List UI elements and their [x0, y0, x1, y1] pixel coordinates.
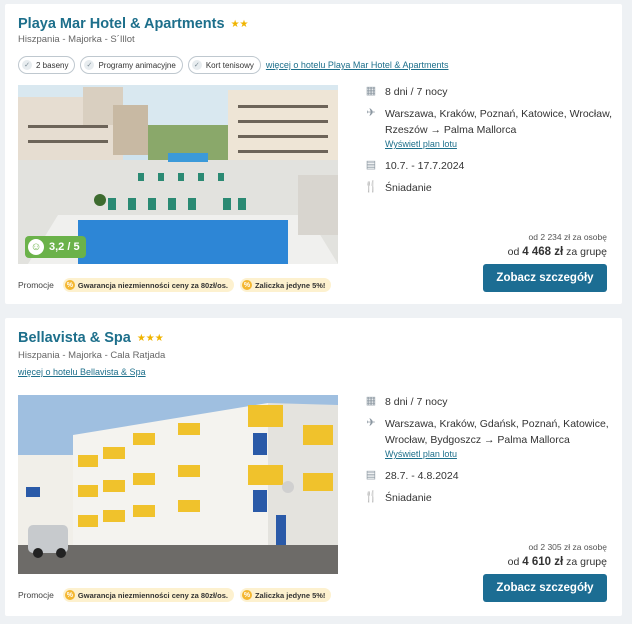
calendar-nights-icon: ▦: [365, 395, 377, 407]
price-per-person: od 2 234 zł za osobę: [528, 232, 607, 242]
check-icon: ✓: [191, 60, 202, 70]
amenity-tag: ✓ 2 baseny: [18, 56, 76, 74]
promo-badge[interactable]: % Gwarancja niezmienności ceny za 80zł/os…: [62, 588, 234, 602]
hotel-location: Hiszpania - Majorka - Cala Ratjada: [18, 350, 166, 361]
duration-row: ▦ 8 dni / 7 nocy: [364, 394, 614, 410]
hotel-more-link-row: więcej o hotelu Bellavista & Spa: [18, 367, 146, 378]
promo-badge[interactable]: % Gwarancja niezmienności ceny za 80zł/os…: [62, 278, 234, 292]
calendar-icon: ▤: [365, 159, 377, 171]
flight-plan-row: Wyświetl plan lotu: [385, 139, 632, 149]
hotel-name[interactable]: Bellavista & Spa: [18, 330, 131, 346]
price-group-value: 4 468 zł: [522, 246, 564, 258]
dates-text: 28.7. - 4.8.2024: [385, 470, 459, 482]
price-prefix: od: [507, 246, 520, 258]
promo-label: Promocje: [18, 280, 54, 290]
percent-icon: %: [64, 280, 75, 290]
hotel-card: Bellavista & Spa ★★★ Hiszpania - Majorka…: [5, 318, 622, 616]
check-icon: ✓: [84, 60, 95, 70]
hotel-more-link[interactable]: więcej o hotelu Bellavista & Spa: [18, 367, 146, 377]
board-row: 🍴 Śniadanie: [364, 490, 614, 506]
promo-badge[interactable]: % Zaliczka jedyne 5%!: [239, 278, 332, 292]
percent-icon: %: [241, 280, 252, 290]
amenity-label: 2 baseny: [36, 60, 69, 70]
duration-text: 8 dni / 7 nocy: [385, 86, 448, 98]
hotel-title-row: Bellavista & Spa ★★★: [18, 330, 164, 346]
duration-row: ▦ 8 dni / 7 nocy: [364, 84, 614, 100]
promo-text: Zaliczka jedyne 5%!: [254, 280, 326, 290]
price-group: od 4 610 zł za grupę: [508, 556, 607, 568]
flight-plan-link[interactable]: Wyświetl plan lotu: [385, 139, 457, 149]
hotel-stars: ★★★: [136, 332, 164, 344]
price-prefix: od: [507, 556, 520, 568]
flight-row: ✈ Warszawa, Kraków, Poznań, Katowice, Wr…: [364, 106, 614, 138]
percent-icon: %: [64, 590, 75, 600]
check-icon: ✓: [22, 60, 32, 70]
hotel-more-link[interactable]: więcej o hotelu Playa Mar Hotel & Apartm…: [266, 60, 449, 70]
hotel-stars: ★★: [230, 18, 249, 30]
percent-icon: %: [241, 590, 252, 600]
flight-text: Warszawa, Kraków, Poznań, Katowice, Wroc…: [385, 108, 613, 136]
duration-text: 8 dni / 7 nocy: [385, 396, 448, 408]
amenity-label: Programy animacyjne: [98, 60, 176, 70]
promo-row: Promocje % Gwarancja niezmienności ceny z…: [18, 278, 332, 292]
airplane-icon: ✈: [366, 107, 376, 119]
calendar-icon: ▤: [365, 469, 377, 481]
amenity-tag: ✓ Kort tenisowy: [187, 56, 261, 74]
promo-label: Promocje: [18, 590, 54, 600]
flight-row: ✈ Warszawa, Kraków, Gdańsk, Poznań, Kato…: [364, 416, 614, 448]
price-group-suffix: za grupę: [566, 556, 607, 568]
dates-text: 10.7. - 17.7.2024: [385, 160, 465, 172]
amenity-label: Kort tenisowy: [205, 60, 254, 70]
smiley-icon: ☺: [28, 239, 44, 255]
see-details-button[interactable]: Zobacz szczegóły: [483, 574, 607, 602]
amenity-tag: ✓ Programy animacyjne: [80, 56, 183, 74]
hotel-photo-image: [18, 395, 338, 574]
hotel-location: Hiszpania - Majorka - S´Illot: [18, 34, 135, 45]
hotel-name[interactable]: Playa Mar Hotel & Apartments: [18, 16, 225, 32]
price-per-person: od 2 305 zł za osobę: [528, 542, 607, 552]
rating-value: 3,2 / 5: [49, 241, 80, 253]
rating-badge: ☺ 3,2 / 5: [25, 236, 86, 258]
promo-text: Gwarancja niezmienności ceny za 80zł/os.: [77, 590, 228, 600]
promo-row: Promocje % Gwarancja niezmienności ceny z…: [18, 588, 332, 602]
board-text: Śniadanie: [385, 182, 432, 194]
promo-text: Gwarancja niezmienności ceny za 80zł/os.: [77, 280, 228, 290]
hotel-title-row: Playa Mar Hotel & Apartments ★★: [18, 16, 249, 32]
amenity-tags: ✓ 2 baseny ✓ Programy animacyjne ✓ Kort ten…: [18, 56, 448, 74]
dates-row: ▤ 28.7. - 4.8.2024: [364, 468, 614, 484]
cutlery-icon: 🍴: [364, 491, 378, 503]
price-group-value: 4 610 zł: [522, 556, 564, 568]
cutlery-icon: 🍴: [364, 181, 378, 193]
flight-plan-link[interactable]: Wyświetl plan lotu: [385, 449, 457, 459]
price-group: od 4 468 zł za grupę: [508, 246, 607, 258]
hotel-photo[interactable]: ☺ 3,2 / 5: [18, 85, 338, 264]
see-details-button[interactable]: Zobacz szczegóły: [483, 264, 607, 292]
airplane-icon: ✈: [366, 417, 376, 429]
hotel-card: Playa Mar Hotel & Apartments ★★ Hiszpani…: [5, 4, 622, 304]
board-text: Śniadanie: [385, 492, 432, 504]
promo-text: Zaliczka jedyne 5%!: [254, 590, 326, 600]
flight-text: Warszawa, Kraków, Gdańsk, Poznań, Katowi…: [385, 418, 609, 446]
hotel-photo[interactable]: [18, 395, 338, 574]
board-row: 🍴 Śniadanie: [364, 180, 614, 196]
price-group-suffix: za grupę: [566, 246, 607, 258]
flight-plan-row: Wyświetl plan lotu: [385, 449, 632, 459]
dates-row: ▤ 10.7. - 17.7.2024: [364, 158, 614, 174]
calendar-nights-icon: ▦: [365, 85, 377, 97]
promo-badge[interactable]: % Zaliczka jedyne 5%!: [239, 588, 332, 602]
